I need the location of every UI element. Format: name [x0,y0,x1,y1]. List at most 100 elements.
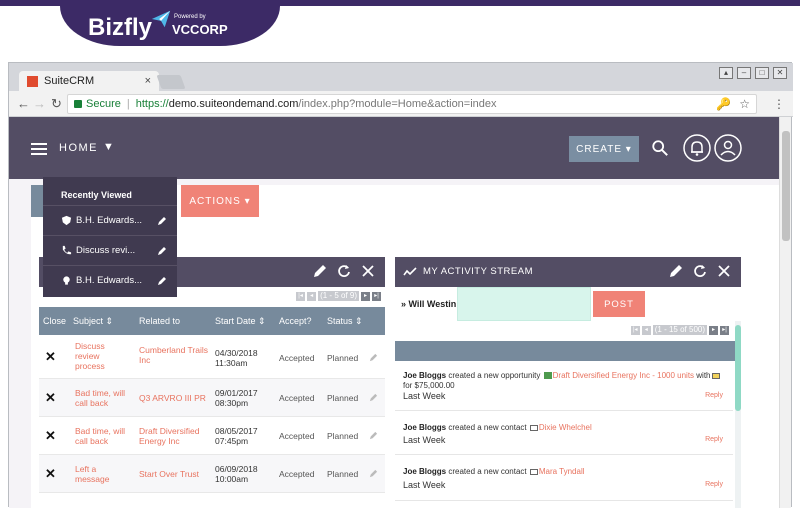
reply-link[interactable]: Reply [705,392,723,399]
create-button[interactable]: CREATE ▾ [569,136,639,162]
pencil-icon[interactable] [157,216,167,226]
home-caret-icon[interactable]: ▼ [103,141,114,153]
search-icon[interactable] [651,139,669,157]
pager-prev-button[interactable]: ◂ [641,325,651,335]
stream-scrollbar[interactable] [735,321,741,508]
edit-icon[interactable] [369,393,378,402]
reload-icon[interactable]: ↻ [51,96,62,112]
feed-actor[interactable]: Joe Bloggs [403,423,446,432]
call-related[interactable]: Start Over Trust [139,469,209,479]
pager-first-button[interactable]: |◂ [630,325,640,335]
table-row: ✕ Discuss review process Cumberland Trai… [39,335,385,379]
feed-link[interactable]: Dixie Whelchel [539,423,592,432]
maximize-button[interactable]: □ [755,67,769,79]
stream-scroll-thumb[interactable] [735,325,741,411]
feed-actor[interactable]: Joe Bloggs [403,371,446,380]
account-icon [711,372,720,379]
call-subject[interactable]: Left a message [75,464,131,484]
notification-bell-icon[interactable] [682,133,712,163]
refresh-icon[interactable] [337,264,351,278]
close-call-icon[interactable]: ✕ [45,349,56,365]
col-subject-label: Subject [73,315,104,326]
table-row: ✕ Left a message Start Over Trust 06/09/… [39,455,385,493]
page-scroll-thumb[interactable] [782,131,790,241]
tab-close-button[interactable]: × [145,75,151,87]
col-start-date[interactable]: Start Date ⇕ [215,316,266,327]
feed-when: Last Week [403,435,446,445]
key-icon[interactable]: 🔑 [716,97,731,111]
activity-stream-header: MY ACTIVITY STREAM [395,257,741,287]
user-profile-icon[interactable] [713,133,743,163]
col-status[interactable]: Status ⇕ [327,316,363,327]
actions-button[interactable]: ACTIONS ▾ [181,185,259,217]
recent-item[interactable]: B.H. Edwards... [43,265,177,295]
reply-link[interactable]: Reply [705,481,723,488]
feed-link[interactable]: Mara Tyndall [539,467,585,476]
post-input[interactable] [457,287,591,321]
edit-icon[interactable] [369,469,378,478]
recent-item[interactable]: Discuss revi... [43,235,177,265]
edit-icon[interactable] [369,353,378,362]
lock-icon [74,100,82,108]
browser-window: SuiteCRM × ▴ – □ ✕ ← → ↻ Secure | https:… [8,62,793,508]
call-subject[interactable]: Discuss review process [75,341,131,371]
minimize-button[interactable]: – [737,67,751,79]
post-button[interactable]: POST [593,291,645,317]
call-time: 07:45pm [215,436,249,446]
pager-next-button[interactable]: ▸ [709,325,718,335]
call-related[interactable]: Draft Diversified Energy Inc [139,426,209,446]
edit-icon[interactable] [369,431,378,440]
close-window-button[interactable]: ✕ [773,67,787,79]
feed-item: Joe Bloggs created a new contact Mara Ty… [395,455,733,501]
pager-next-button[interactable]: ▸ [361,291,370,301]
call-status: Planned [327,431,359,441]
pager-last-button[interactable]: ▸| [720,325,729,335]
pencil-icon[interactable] [669,264,683,278]
new-tab-button[interactable] [156,75,186,89]
page-scrollbar[interactable] [779,117,791,508]
close-call-icon[interactable]: ✕ [45,390,56,406]
close-call-icon[interactable]: ✕ [45,466,56,482]
close-icon[interactable] [717,264,731,278]
pager-last-button[interactable]: ▸| [372,291,381,301]
pager-prev-button[interactable]: ◂ [307,291,317,301]
call-subject[interactable]: Bad time, will call back [75,388,131,408]
call-status: Planned [327,393,359,403]
call-status: Planned [327,469,359,479]
brand-partner: VCCORP [172,22,228,37]
hamburger-menu-icon[interactable] [31,143,47,155]
recent-item[interactable]: B.H. Edwards... [43,205,177,235]
pencil-icon[interactable] [157,276,167,286]
back-arrow-icon[interactable]: ← [17,96,30,111]
address-bar[interactable]: Secure | https:// demo.suiteondemand.com… [67,94,757,114]
col-start-date-label: Start Date [215,315,256,326]
reply-link[interactable]: Reply [705,436,723,443]
call-related[interactable]: Cumberland Trails Inc [139,345,209,365]
call-subject[interactable]: Bad time, will call back [75,426,131,446]
call-accept: Accepted [279,353,315,363]
stream-user-name: Will Westin [408,299,457,309]
forward-arrow-icon[interactable]: → [33,96,46,111]
col-subject[interactable]: Subject ⇕ [73,316,113,327]
shield-icon [61,215,72,226]
col-close: Close [43,316,67,326]
feed-actor[interactable]: Joe Bloggs [403,467,446,476]
close-call-icon[interactable]: ✕ [45,428,56,444]
refresh-icon[interactable] [693,264,707,278]
call-accept: Accepted [279,431,315,441]
pencil-icon[interactable] [313,264,327,278]
feed-link[interactable]: Draft Diversified Energy Inc - 1000 unit… [553,371,694,380]
browser-tab[interactable]: SuiteCRM × [19,71,159,91]
home-nav[interactable]: HOME [59,142,98,154]
browser-toolbar: ← → ↻ Secure | https:// demo.suiteondema… [9,91,793,117]
feed-text: Joe Bloggs created a new contact Dixie W… [403,423,592,432]
pencil-icon[interactable] [157,246,167,256]
recent-item-label: Discuss revi... [76,245,136,256]
pager-first-button[interactable]: |◂ [296,291,306,301]
profile-icon[interactable]: ▴ [719,67,733,79]
bookmark-star-icon[interactable]: ☆ [739,97,750,111]
paper-plane-icon [151,10,171,28]
call-related[interactable]: Q3 ARVRO III PR [139,393,209,403]
browser-menu-icon[interactable]: ⋮ [773,97,785,111]
close-icon[interactable] [361,264,375,278]
